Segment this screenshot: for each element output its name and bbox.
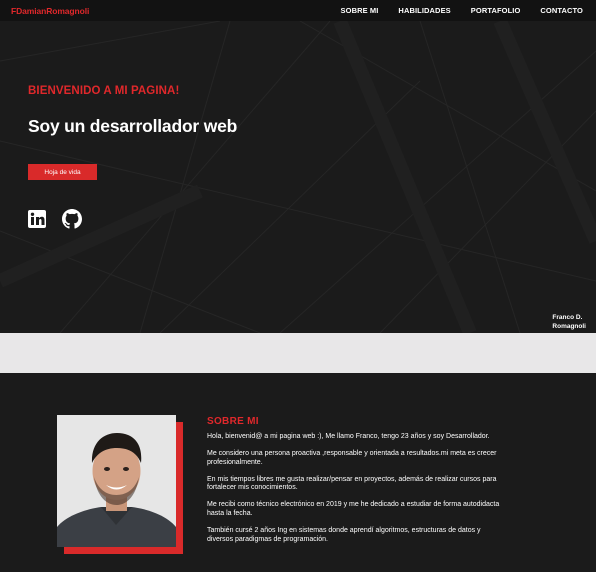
nav-item-habilidades[interactable]: HABILIDADES	[398, 6, 450, 15]
nav-menu: SOBRE MI HABILIDADES PORTAFOLIO CONTACTO	[341, 6, 583, 15]
top-navbar: FDamianRomagnoli SOBRE MI HABILIDADES PO…	[0, 0, 596, 21]
hero-credit: Franco D. Romagnoli	[552, 314, 586, 331]
about-paragraph: En mis tiempos libres me gusta realizar/…	[207, 475, 497, 492]
about-paragraph: Me recibi como técnico electrónico en 20…	[207, 501, 500, 518]
about-paragraph: Hola, bienvenid@ a mi pagina web :), Me …	[207, 433, 490, 440]
credit-line-1: Franco D.	[552, 314, 583, 321]
linkedin-icon[interactable]	[27, 209, 47, 229]
divider-band	[0, 333, 596, 373]
nav-item-portafolio[interactable]: PORTAFOLIO	[471, 6, 521, 15]
hero-headline: Soy un desarrollador web	[28, 116, 238, 136]
hero-section: BIENVENIDO A MI PAGINA! Soy un desarroll…	[0, 21, 596, 333]
github-icon[interactable]	[62, 209, 82, 229]
credit-line-2: Romagnoli	[552, 322, 586, 330]
about-paragraph: Me considero una persona proactiva ,resp…	[207, 450, 497, 466]
profile-photo	[57, 415, 176, 547]
about-text: Hola, bienvenid@ a mi pagina web :), Me …	[207, 433, 507, 553]
cv-button[interactable]: Hoja de vida	[28, 164, 97, 180]
nav-item-sobre-mi[interactable]: SOBRE MI	[341, 6, 379, 15]
about-title: SOBRE MI	[207, 416, 259, 427]
brand-logo[interactable]: FDamianRomagnoli	[11, 6, 89, 16]
about-paragraph: También cursé 2 años Ing en sistemas don…	[207, 527, 481, 543]
about-section: SOBRE MI Hola, bienvenid@ a mi pagina we…	[0, 373, 596, 572]
nav-item-contacto[interactable]: CONTACTO	[540, 6, 583, 15]
welcome-heading: BIENVENIDO A MI PAGINA!	[28, 85, 180, 97]
